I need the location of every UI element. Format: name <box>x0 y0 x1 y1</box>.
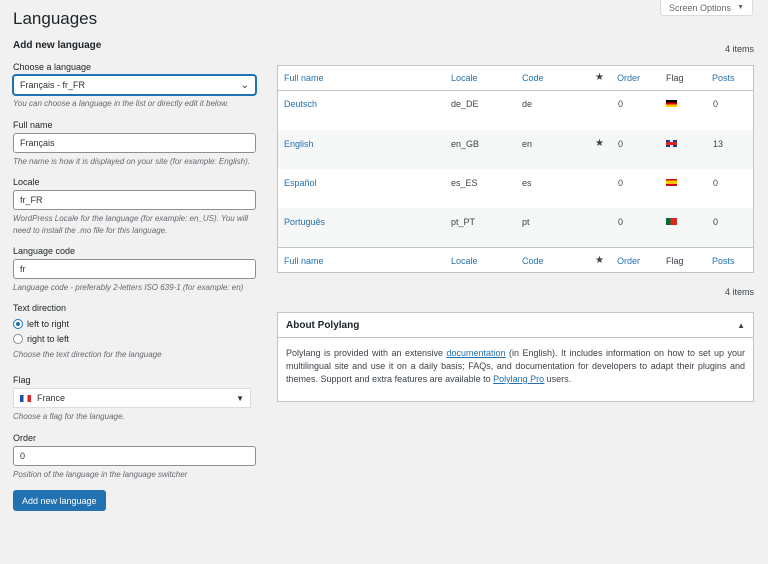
order-value: 0 <box>20 451 26 461</box>
row-code: es <box>522 178 532 188</box>
choose-language-value: Français - fr_FR <box>20 80 86 90</box>
col-order[interactable]: Order <box>617 256 640 266</box>
about-polylang-box: About Polylang ▲ Polylang is provided wi… <box>277 312 754 402</box>
flag-label: Flag <box>13 375 31 385</box>
row-order: 0 <box>618 139 624 149</box>
germany-flag-icon <box>666 100 677 107</box>
languages-table: Full name Locale Code ★ Order Flag Posts… <box>277 65 754 273</box>
table-row: Deutsch de_DE de 0 0 <box>278 91 753 130</box>
locale-desc: WordPress Locale for the language (for e… <box>13 214 249 235</box>
page-title: Languages <box>13 9 98 28</box>
about-text: Polylang is provided with an extensive <box>286 348 447 358</box>
table-header: Full name Locale Code ★ Order Flag Posts <box>278 66 753 91</box>
col-flag: Flag <box>666 256 684 266</box>
text-direction-label: Text direction <box>13 303 67 313</box>
choose-language-label: Choose a language <box>13 62 92 72</box>
col-posts[interactable]: Posts <box>712 73 735 83</box>
locale-label: Locale <box>13 177 40 187</box>
col-flag: Flag <box>666 73 684 83</box>
row-order: 0 <box>618 99 624 109</box>
spain-flag-icon <box>666 179 677 186</box>
flag-select[interactable]: France ▼ <box>13 388 251 408</box>
row-code: de <box>522 99 533 109</box>
order-field[interactable]: 0 <box>13 446 256 466</box>
row-posts: 0 <box>713 99 719 109</box>
choose-language-desc: You can choose a language in the list or… <box>13 99 229 108</box>
language-code-field[interactable]: fr <box>13 259 256 279</box>
row-order: 0 <box>618 178 624 188</box>
full-name-value: Français <box>20 138 55 148</box>
about-text: users. <box>544 374 572 384</box>
add-new-language-button[interactable]: Add new language <box>13 490 106 511</box>
direction-rtl-option[interactable]: right to left <box>13 331 257 346</box>
caret-down-icon: ▼ <box>737 4 744 11</box>
row-order: 0 <box>618 217 624 227</box>
uk-flag-icon <box>666 140 677 147</box>
chevron-down-icon: ⌄ <box>240 79 249 91</box>
text-direction-desc: Choose the text direction for the langua… <box>13 350 162 359</box>
table-row: Português pt_PT pt 0 0 <box>278 208 753 247</box>
table-row: English en_GB en ★ 0 13 <box>278 130 753 169</box>
flag-value: France <box>37 393 66 403</box>
full-name-label: Full name <box>13 120 53 130</box>
star-icon: ★ <box>595 72 604 83</box>
language-code-desc: Language code - preferably 2-letters ISO… <box>13 283 244 292</box>
direction-rtl-label: right to left <box>27 333 70 344</box>
items-count-top: 4 items <box>724 44 754 54</box>
screen-options-button[interactable]: Screen Options ▼ <box>660 0 753 16</box>
row-locale: pt_PT <box>451 217 476 227</box>
col-order[interactable]: Order <box>617 73 640 83</box>
order-label: Order <box>13 433 37 443</box>
language-code-label: Language code <box>13 246 76 256</box>
full-name-desc: The name is how it is displayed on your … <box>13 157 250 166</box>
full-name-field[interactable]: Français <box>13 133 256 153</box>
row-code: en <box>522 139 533 149</box>
col-locale[interactable]: Locale <box>451 73 478 83</box>
radio-rtl[interactable] <box>13 333 23 344</box>
row-locale: es_ES <box>451 178 478 188</box>
items-count-bottom: 4 items <box>724 287 754 297</box>
documentation-link[interactable]: documentation <box>447 348 506 358</box>
add-language-form: Add new language Choose a language Franç… <box>13 40 257 511</box>
row-locale: en_GB <box>451 139 480 149</box>
table-footer: Full name Locale Code ★ Order Flag Posts <box>278 247 753 273</box>
direction-ltr-label: left to right <box>27 318 70 329</box>
col-full-name[interactable]: Full name <box>284 256 324 266</box>
polylang-pro-link[interactable]: Polylang Pro <box>493 374 544 384</box>
row-name-link[interactable]: Español <box>284 178 317 188</box>
language-code-value: fr <box>20 264 26 274</box>
col-code[interactable]: Code <box>522 256 544 266</box>
order-desc: Position of the language in the language… <box>13 470 188 479</box>
row-name-link[interactable]: Deutsch <box>284 99 317 109</box>
flag-desc: Choose a flag for the language. <box>13 412 125 421</box>
about-header[interactable]: About Polylang ▲ <box>278 313 753 338</box>
row-name-link[interactable]: Português <box>284 217 325 227</box>
choose-language-select[interactable]: Français - fr_FR ⌄ <box>13 75 256 95</box>
col-posts[interactable]: Posts <box>712 256 735 266</box>
caret-down-icon: ▼ <box>236 393 244 403</box>
row-posts: 13 <box>713 139 724 149</box>
locale-value: fr_FR <box>20 195 43 205</box>
star-icon: ★ <box>595 255 604 266</box>
default-language-star-icon: ★ <box>595 138 604 149</box>
col-code[interactable]: Code <box>522 73 544 83</box>
screen-options-label: Screen Options <box>669 2 732 13</box>
france-flag-icon <box>20 394 31 402</box>
radio-ltr[interactable] <box>13 318 23 329</box>
row-posts: 0 <box>713 217 719 227</box>
about-body: Polylang is provided with an extensive d… <box>278 338 753 395</box>
locale-field[interactable]: fr_FR <box>13 190 256 210</box>
row-posts: 0 <box>713 178 719 188</box>
collapse-arrow-icon[interactable]: ▲ <box>737 321 745 330</box>
row-locale: de_DE <box>451 99 479 109</box>
row-name-link[interactable]: English <box>284 139 314 149</box>
col-locale[interactable]: Locale <box>451 256 478 266</box>
portugal-flag-icon <box>666 218 677 225</box>
direction-ltr-option[interactable]: left to right <box>13 316 257 331</box>
form-heading: Add new language <box>13 40 102 51</box>
about-title: About Polylang <box>286 319 360 331</box>
col-full-name[interactable]: Full name <box>284 73 324 83</box>
row-code: pt <box>522 217 530 227</box>
table-row: Español es_ES es 0 0 <box>278 169 753 208</box>
